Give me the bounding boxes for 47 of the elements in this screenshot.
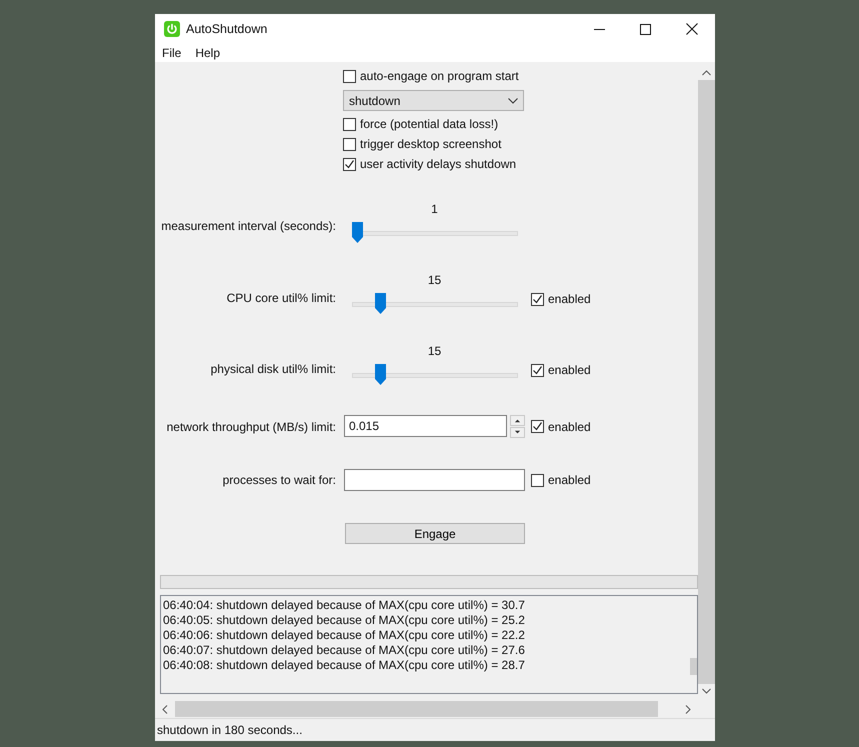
setting-label: CPU core util% limit: bbox=[226, 291, 336, 305]
scroll-right-icon[interactable] bbox=[685, 704, 691, 714]
setting-label: processes to wait for: bbox=[222, 473, 336, 487]
checkmark-icon bbox=[344, 158, 355, 170]
enabled-checkbox[interactable]: enabled bbox=[531, 416, 698, 436]
checkbox[interactable]: trigger desktop screenshot bbox=[343, 134, 698, 154]
engage-button[interactable]: Engage bbox=[345, 523, 525, 544]
input-field[interactable] bbox=[344, 469, 525, 491]
status-text: shutdown in 180 seconds... bbox=[157, 723, 302, 737]
setting-label: measurement interval (seconds): bbox=[160, 219, 336, 233]
spin-buttons[interactable] bbox=[510, 415, 525, 438]
slider-thumb[interactable] bbox=[374, 293, 386, 314]
window-title: AutoShutdown bbox=[186, 22, 268, 36]
slider-thumb[interactable] bbox=[374, 364, 386, 385]
setting-label: physical disk util% limit: bbox=[210, 362, 336, 376]
menu-item[interactable]: File bbox=[162, 46, 182, 60]
enabled-checkbox[interactable]: enabled bbox=[531, 289, 698, 309]
slider-value: 1 bbox=[431, 202, 438, 216]
checkmark-icon bbox=[532, 294, 543, 304]
scroll-thumb[interactable] bbox=[690, 658, 697, 675]
scroll-down-icon[interactable] bbox=[702, 688, 711, 694]
log-line: 06:40:06: shutdown delayed because of MAX(cpu core util%) = 22.2 bbox=[163, 628, 526, 643]
close-icon[interactable] bbox=[686, 23, 698, 35]
checkmark-icon bbox=[532, 421, 543, 432]
log-line: 06:40:05: shutdown delayed because of MAX(cpu core util%) = 25.2 bbox=[163, 613, 526, 628]
log-line: 06:40:08: shutdown delayed because of MAX(cpu core util%) = 28.7 bbox=[163, 658, 526, 673]
slider-thumb[interactable] bbox=[352, 222, 362, 243]
setting-label: network throughput (MB/s) limit: bbox=[166, 420, 336, 434]
checkmark-icon bbox=[532, 364, 543, 376]
enabled-checkbox[interactable]: enabled bbox=[531, 470, 698, 490]
menu-item[interactable]: Help bbox=[195, 46, 220, 60]
action-dropdown[interactable]: shutdown bbox=[343, 90, 524, 111]
slider-value: 15 bbox=[428, 344, 442, 358]
slider-value: 15 bbox=[428, 273, 442, 287]
enabled-checkbox[interactable]: enabled bbox=[531, 360, 698, 380]
power-icon bbox=[164, 21, 180, 37]
number-field[interactable]: 0.015 bbox=[344, 415, 507, 437]
maximize-icon[interactable] bbox=[640, 24, 651, 34]
checkbox[interactable]: auto-engage on program start bbox=[343, 66, 698, 86]
scroll-up-icon[interactable] bbox=[702, 70, 711, 76]
checkbox[interactable]: force (potential data loss!) bbox=[343, 114, 698, 134]
scroll-thumb[interactable] bbox=[175, 701, 658, 717]
log-line: 06:40:04: shutdown delayed because of MAX(cpu core util%) = 30.7 bbox=[163, 598, 526, 613]
log-line: 06:40:07: shutdown delayed because of MAX(cpu core util%) = 27.6 bbox=[163, 643, 526, 658]
caret-icon bbox=[508, 98, 518, 104]
scroll-left-icon[interactable] bbox=[162, 704, 168, 714]
checkbox[interactable]: user activity delays shutdown bbox=[343, 154, 698, 174]
